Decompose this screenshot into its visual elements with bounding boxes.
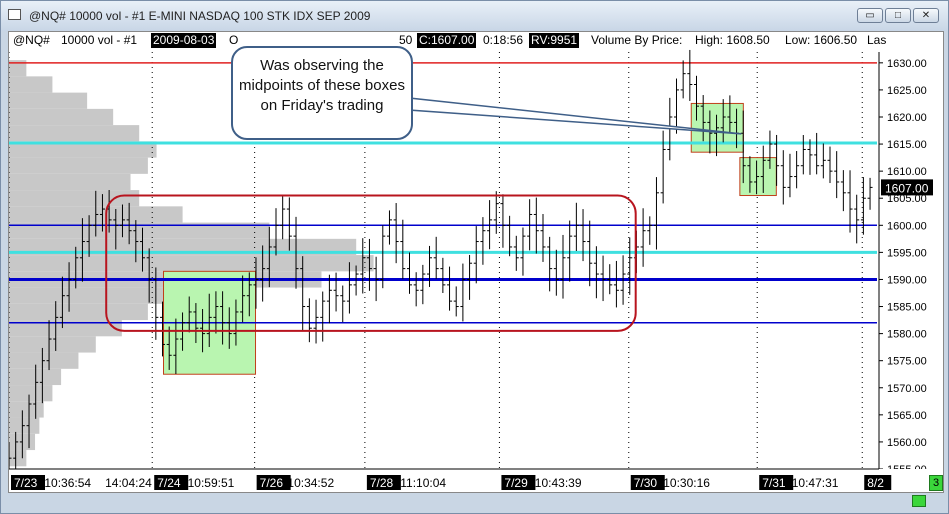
volume-profile-bar [9,190,140,207]
info-vbp-low: Low: 1606.50 [785,33,858,47]
maximize-button[interactable]: □ [885,8,911,23]
scroll-indicator[interactable] [912,495,926,507]
info-rv: RV:9951 [529,33,580,48]
bottom-bar [8,493,944,513]
time-axis-label: 10:43:39 [535,476,582,490]
price-axis-label: 1585.00 [887,302,927,314]
price-axis-label: 1570.00 [887,383,927,395]
date-axis-label: 7/26 [260,476,284,490]
time-axis-label: 10:59:51 [188,476,235,490]
info-time: 0:18:56 [483,33,524,47]
date-axis-label: 7/23 [14,476,38,490]
volume-profile-bar [9,336,96,353]
info-trailing: Las [867,33,887,47]
callout-text: Was observing the midpoints of these box… [239,57,405,114]
price-axis-label: 1600.00 [887,220,927,232]
price-axis-label: 1610.00 [887,166,927,178]
price-axis-label: 1620.00 [887,112,927,124]
close-button[interactable]: ✕ [913,8,939,23]
annotation-callout: Was observing the midpoints of these box… [231,46,413,140]
info-vbp-high: High: 1608.50 [695,33,770,47]
date-axis-label: 8/2 [867,476,884,490]
chart-app-icon [8,9,21,20]
volume-profile-bar [9,450,27,467]
price-axis-label: 1560.00 [887,437,927,449]
price-axis-label: 1595.00 [887,247,927,259]
volume-profile-bar [9,108,114,126]
price-axis-label: 1565.00 [887,410,927,422]
volume-profile-bar [9,76,53,93]
volume-profile-bar [9,401,44,418]
volume-profile-bar [9,125,140,142]
date-axis-label: 7/24 [157,476,181,490]
time-axis-label: 10:34:52 [287,476,334,490]
price-axis-bg [879,32,943,492]
time-axis-label: 10:47:31 [792,476,839,490]
count-badge: 3 [929,475,943,491]
volume-profile-bar [9,173,131,191]
price-axis-label: 1590.00 [887,274,927,286]
minimize-button[interactable]: ▭ [857,8,883,23]
chart-area[interactable]: 1630.00 1625.00 1620.00 1615.00 1610.00 1605.… [8,31,944,493]
info-bar: @NQ# 10000 vol - #1 2009-08-03 O 50 C:16… [9,32,943,49]
price-axis-label: 1580.00 [887,329,927,341]
info-close: C:1607.00 [417,33,477,48]
volume-profile-bar [9,385,53,402]
time-axis-label: 10:30:16 [663,476,710,490]
price-axis-label: 1615.00 [887,139,927,151]
price-axis-label: 1630.00 [887,58,927,70]
volume-profile-bar [9,255,374,272]
date-axis-label: 7/30 [634,476,658,490]
volume-profile-bar [9,368,62,386]
volume-profile-bar [9,303,148,321]
date-axis-label: 7/31 [762,476,786,490]
chart-window: @NQ# 10000 vol - #1 E-MINI NASDAQ 100 ST… [0,0,949,514]
volume-profile-bar [9,157,148,174]
last-price-label: 1607.00 [885,181,929,195]
info-symbol: @NQ# [13,33,50,47]
info-vbp-label: Volume By Price: [591,33,683,47]
date-axis-label: 7/29 [504,476,528,490]
price-chart[interactable]: 1630.001625.001620.001615.001610.001605.… [9,32,944,493]
info-interval: 10000 vol - #1 [61,33,138,47]
info-open-partial: O [229,33,239,47]
price-axis-label: 1575.00 [887,356,927,368]
info-date: 2009-08-03 [151,33,217,48]
date-axis-label: 7/28 [370,476,394,490]
time-axis-label: 11:10:04 [400,476,446,490]
price-axis-label: 1625.00 [887,85,927,97]
time-axis-label: 14:04:24 [105,476,152,490]
time-axis-label: 10:36:54 [44,476,91,490]
window-title: @NQ# 10000 vol - #1 E-MINI NASDAQ 100 ST… [29,9,371,23]
volume-profile-bar [9,92,88,109]
title-bar[interactable]: @NQ# 10000 vol - #1 E-MINI NASDAQ 100 ST… [1,1,948,31]
